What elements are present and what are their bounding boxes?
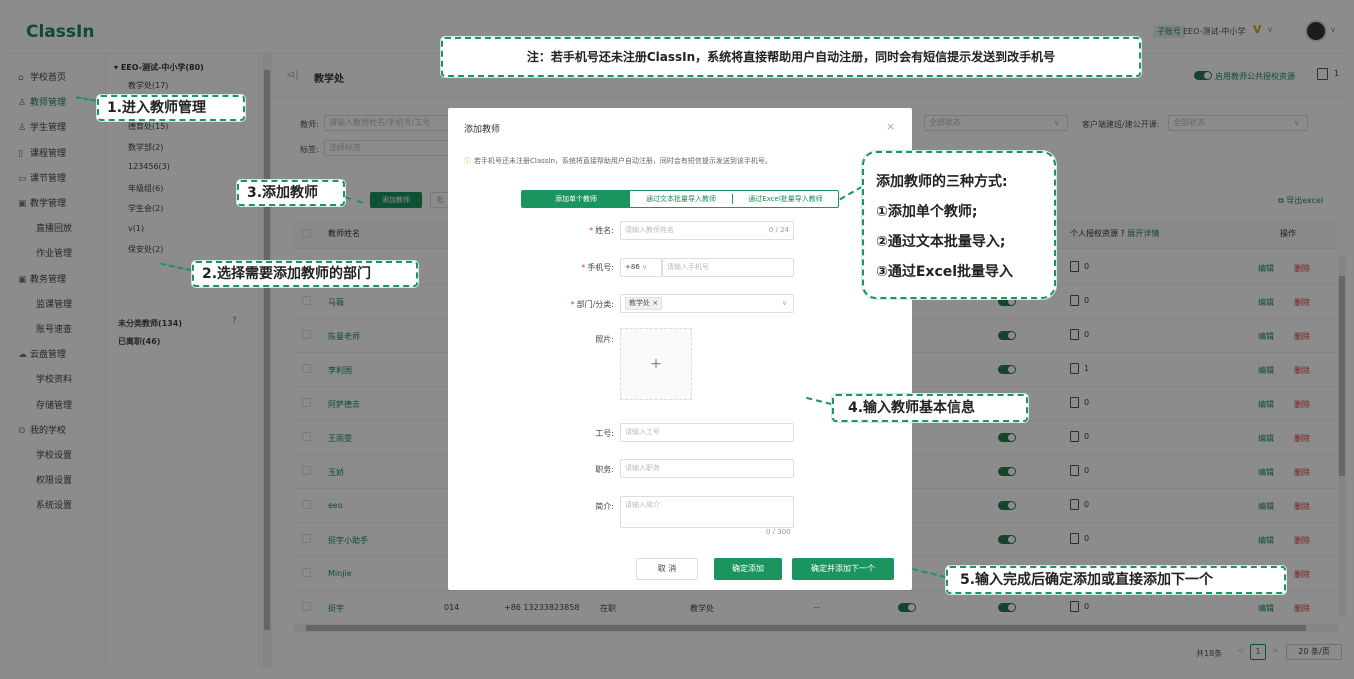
dept-select[interactable]: 教学处 × ∨ [620, 294, 794, 313]
dialog-title: 添加教师 [464, 125, 501, 135]
annotation-step3: 3.添加教师 [237, 180, 345, 206]
tab-text-import[interactable]: 通过文本批量导入教师 [630, 191, 732, 207]
annotation-step1: 1.进入教师管理 [97, 95, 245, 121]
ways-title: 添加教师的三种方式: [876, 174, 1008, 190]
way-1: ①添加单个教师; [876, 204, 978, 220]
dialog-tip-text: 若手机号还未注册ClassIn，系统将直接帮助用户自动注册，同时会有短信提示发送… [474, 157, 772, 165]
intro-count: 0 / 300 [766, 528, 791, 536]
phone-label: * 手机号: [581, 263, 614, 272]
country-code-select[interactable]: +86 ∨ [620, 258, 662, 277]
job-title-input[interactable]: 请输入职务 [620, 459, 794, 478]
employee-id-input[interactable]: 请输入工号 [620, 423, 794, 442]
annotation-step4: 4.输入教师基本信息 [832, 394, 1028, 422]
add-teacher-dialog: 添加教师 × ⓘ 若手机号还未注册ClassIn，系统将直接帮助用户自动注册，同时… [448, 108, 912, 590]
employee-id-label: 工号: [595, 429, 614, 438]
way-2: ②通过文本批量导入; [876, 234, 1006, 250]
close-icon[interactable]: × [886, 120, 895, 133]
dept-chip[interactable]: 教学处 × [625, 297, 663, 310]
job-title-label: 职务: [595, 465, 614, 474]
name-count: 0 / 24 [768, 226, 789, 234]
name-input[interactable]: 请输入教师姓名 0 / 24 [620, 221, 794, 240]
dialog-tip: ⓘ 若手机号还未注册ClassIn，系统将直接帮助用户自动注册，同时会有短信提示发… [464, 156, 772, 166]
photo-upload[interactable]: + [620, 328, 692, 400]
confirm-add-button[interactable]: 确定添加 [714, 558, 782, 580]
name-label: * 姓名: [589, 226, 614, 235]
annotation-step5: 5.输入完成后确定添加或直接添加下一个 [946, 566, 1286, 594]
tab-excel-import[interactable]: 通过Excel批量导入教师 [733, 191, 838, 207]
annotation-step2: 2.选择需要添加教师的部门 [192, 261, 418, 287]
add-mode-tabs: 添加单个教师 通过文本批量导入教师 通过Excel批量导入教师 [521, 190, 839, 208]
confirm-add-next-button[interactable]: 确定并添加下一个 [792, 558, 894, 580]
intro-textarea[interactable]: 请输入简介 [620, 496, 794, 528]
dept-label: * 部门/分类: [570, 300, 614, 309]
phone-input[interactable]: 请输入手机号 [662, 258, 794, 277]
dept-caret-icon: ∨ [781, 299, 787, 307]
annotation-three-ways: 添加教师的三种方式: ①添加单个教师; ②通过文本批量导入; ③通过Excel批… [862, 151, 1056, 299]
annotation-note: 注：若手机号还未注册ClassIn，系统将直接帮助用户自动注册，同时会有短信提示… [441, 37, 1141, 77]
name-placeholder: 请输入教师姓名 [625, 226, 674, 234]
tab-single[interactable]: 添加单个教师 [522, 191, 630, 207]
photo-label: 照片: [595, 335, 614, 344]
cancel-button[interactable]: 取 消 [636, 558, 698, 580]
intro-label: 简介: [595, 502, 614, 511]
way-3: ③通过Excel批量导入 [876, 264, 1014, 280]
warning-icon: ⓘ [464, 157, 471, 165]
